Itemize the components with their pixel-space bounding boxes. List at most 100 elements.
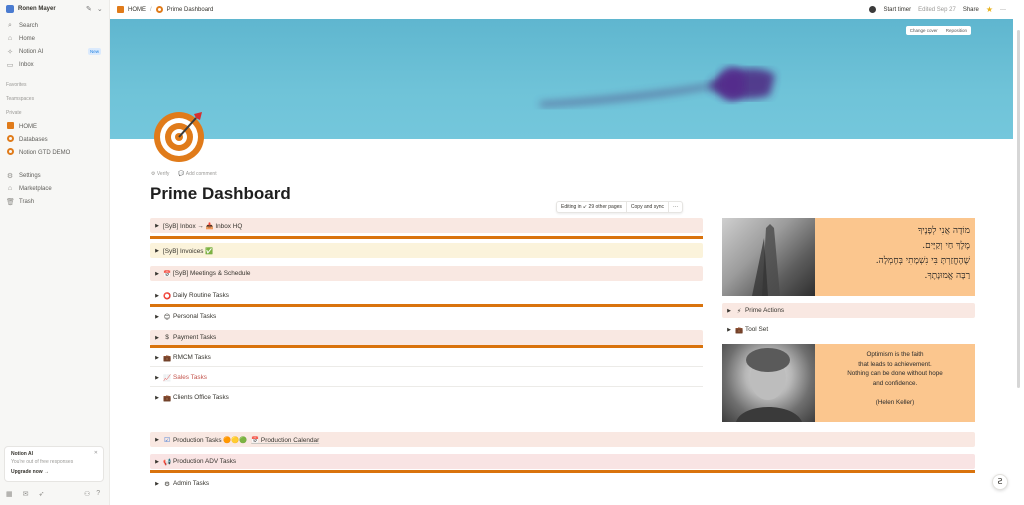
toggle-row-sales[interactable]: ▶ 📈 Sales Tasks: [150, 370, 703, 385]
toggle-triangle-icon[interactable]: ▶: [152, 335, 162, 341]
sidebar-item-home[interactable]: ⌂ Home: [6, 34, 35, 43]
notion-ai-upsell-card: Notion AI You're out of free responses U…: [4, 446, 104, 482]
toggle-triangle-icon[interactable]: ▶: [152, 481, 162, 487]
quote-line: that leads to achievement.: [858, 360, 932, 368]
toggle-triangle-icon[interactable]: ▶: [152, 271, 162, 277]
orange-divider: [150, 470, 975, 473]
verify-button[interactable]: ⚙ Verify: [151, 171, 169, 177]
chevron-down-icon[interactable]: ⌄: [97, 5, 103, 13]
workspace-switcher[interactable]: Ronen Mayer: [6, 5, 56, 13]
favorite-star-icon[interactable]: ★: [986, 5, 993, 14]
page-title[interactable]: Prime Dashboard: [150, 184, 291, 204]
page-cover: Change cover Reposition: [110, 19, 1013, 139]
toggle-row-invoices[interactable]: ▶ [SyB] Invoices ✅: [150, 243, 703, 258]
sidebar-item-settings[interactable]: ⚙ Settings: [6, 171, 41, 180]
timer-icon: [869, 6, 877, 13]
start-timer-button[interactable]: Start timer: [883, 7, 911, 13]
new-page-icon[interactable]: ✎: [86, 5, 92, 13]
section-favorites[interactable]: Favorites: [6, 82, 27, 88]
upgrade-link[interactable]: Upgrade now →: [11, 469, 97, 475]
toggle-row-rmcm[interactable]: ▶ 💼 RMCM Tasks: [150, 350, 703, 365]
add-comment-button[interactable]: 💬 Add comment: [178, 171, 216, 177]
toggle-label: Sales Tasks: [173, 374, 207, 381]
toggle-triangle-icon[interactable]: ▶: [152, 459, 162, 465]
sidebar-item-inbox[interactable]: ▭ Inbox: [6, 60, 34, 69]
toggle-row-production[interactable]: ▶ ☑ Production Tasks 🟠🟡🟢 📅 Production Ca…: [150, 432, 975, 447]
more-options-icon[interactable]: ···: [669, 204, 682, 210]
toggle-triangle-icon[interactable]: ▶: [152, 395, 162, 401]
toggle-row-tool-set[interactable]: ▶ 💼 Tool Set: [722, 322, 975, 337]
orange-divider: [150, 345, 703, 348]
toggle-row-meetings[interactable]: ▶ 📅 [SyB] Meetings & Schedule: [150, 266, 703, 281]
sidebar-item-label: Inbox: [19, 61, 34, 68]
sidebar-item-trash[interactable]: 🗑 Trash: [6, 197, 34, 206]
copy-and-sync-button[interactable]: Copy and sync: [627, 204, 668, 210]
dollar-icon: $: [165, 334, 169, 341]
help-icon[interactable]: ?: [96, 490, 100, 498]
gear-icon: ⚙: [6, 172, 14, 180]
toggle-row-daily-routine[interactable]: ▶ ⭕ Daily Routine Tasks: [150, 288, 703, 303]
toggle-row-clients-office[interactable]: ▶ 💼 Clients Office Tasks: [150, 390, 703, 405]
hebrew-quote-panel: מוֹדֶה אֲנִי לְפָנֶיךָ מֶלֶךְ חַי וְקַיָ…: [722, 218, 975, 296]
toggle-row-personal[interactable]: ▶ 😊 Personal Tasks: [150, 309, 703, 324]
section-private[interactable]: Private: [6, 110, 22, 116]
toggle-triangle-icon[interactable]: ▶: [152, 314, 162, 320]
divider: [150, 366, 703, 367]
share-button[interactable]: Share: [963, 7, 979, 13]
sidebar-item-databases[interactable]: Databases: [6, 135, 48, 144]
toggle-triangle-icon[interactable]: ▶: [152, 437, 162, 443]
calendar-icon[interactable]: ▦: [6, 490, 13, 498]
toggle-triangle-icon[interactable]: ▶: [724, 308, 734, 314]
toggle-label: Personal Tasks: [173, 313, 217, 320]
change-cover-button[interactable]: Change cover: [906, 26, 942, 35]
store-icon: ⌂: [7, 185, 13, 192]
toggle-row-payment[interactable]: ▶ $ Payment Tasks: [150, 330, 703, 345]
ai-card-subtitle: You're out of free responses: [11, 459, 74, 465]
quote-line: מוֹדֶה אֲנִי לְפָנֶיךָ: [917, 226, 970, 236]
people-icon[interactable]: ⚇: [84, 490, 90, 498]
editing-in-pages[interactable]: Editing in ↙ 29 other pages: [557, 204, 626, 210]
breadcrumb-current[interactable]: Prime Dashboard: [167, 7, 214, 13]
toggle-row-inbox[interactable]: ▶ [SyB] Inbox → 📥 Inbox HQ: [150, 218, 703, 233]
notion-ai-floating-button[interactable]: Ꙅ: [992, 474, 1008, 490]
production-calendar-link[interactable]: 📅 Production Calendar: [251, 436, 319, 444]
toggle-row-production-adv[interactable]: ▶ 📢 Production ADV Tasks: [150, 454, 975, 469]
quote-line: and confidence.: [872, 379, 918, 387]
ring-icon: [6, 148, 14, 155]
toggle-row-prime-actions[interactable]: ▶ ⚡ Prime Actions: [722, 303, 975, 318]
home-page-icon: [117, 6, 124, 13]
sidebar-item-home-page[interactable]: HOME: [6, 122, 37, 131]
edited-timestamp: Edited Sep 27: [918, 6, 956, 13]
sidebar-item-search[interactable]: ⌕ Search: [6, 21, 38, 30]
toggle-triangle-icon[interactable]: ▶: [152, 293, 162, 299]
close-icon[interactable]: ✕: [94, 450, 98, 456]
mail-icon[interactable]: ✉: [23, 490, 29, 498]
briefcase-icon: 💼: [162, 394, 172, 402]
sidebar-item-label: Notion GTD DEMO: [19, 149, 71, 156]
send-icon[interactable]: ➶: [39, 490, 45, 498]
english-quote-panel: Optimism is the faith that leads to achi…: [722, 344, 975, 422]
scrollbar[interactable]: [1017, 30, 1020, 388]
sidebar-item-marketplace[interactable]: ⌂ Marketplace: [6, 184, 52, 193]
sidebar-item-label: Trash: [19, 198, 35, 205]
toggle-triangle-icon[interactable]: ▶: [152, 375, 162, 381]
toggle-label: Admin Tasks: [173, 480, 210, 487]
page-meta: ⚙ Verify 💬 Add comment: [151, 171, 217, 177]
sidebar-item-notion-ai[interactable]: ✧ Notion AI: [6, 47, 43, 56]
target-icon[interactable]: [150, 106, 208, 164]
toggle-row-admin[interactable]: ▶ ⚙ Admin Tasks: [150, 476, 975, 491]
toggle-label: Production ADV Tasks: [173, 458, 237, 465]
notion-ai-icon: ✧: [7, 48, 13, 56]
chart-up-icon: 📈: [162, 374, 172, 382]
reposition-button[interactable]: Reposition: [942, 26, 971, 35]
toggle-triangle-icon[interactable]: ▶: [152, 355, 162, 361]
sidebar-item-gtd-demo[interactable]: Notion GTD DEMO: [6, 148, 70, 157]
toggle-label: Payment Tasks: [173, 334, 217, 341]
toggle-triangle-icon[interactable]: ▶: [152, 223, 162, 229]
breadcrumb-home[interactable]: HOME: [128, 7, 146, 13]
more-options-icon[interactable]: ···: [1000, 7, 1006, 13]
section-teamspaces[interactable]: Teamspaces: [6, 96, 34, 102]
sidebar-item-label: Marketplace: [19, 185, 52, 192]
toggle-triangle-icon[interactable]: ▶: [152, 248, 162, 254]
toggle-triangle-icon[interactable]: ▶: [724, 327, 734, 333]
